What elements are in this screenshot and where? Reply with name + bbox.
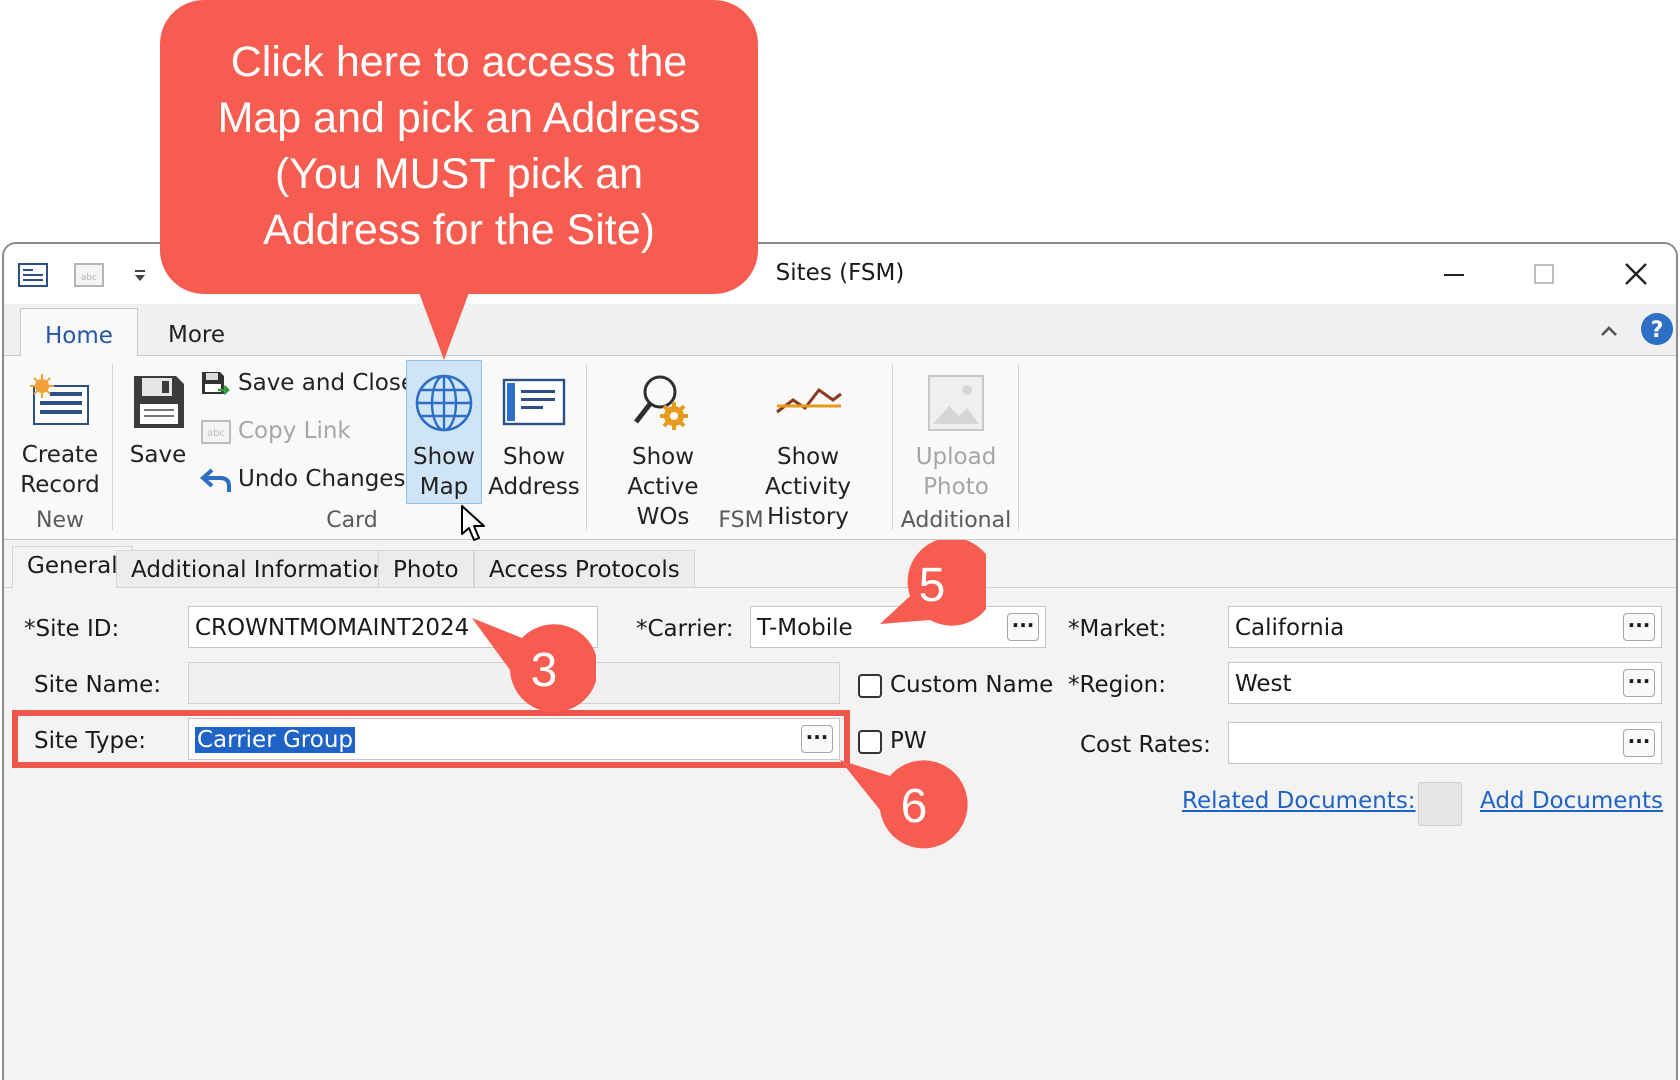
undo-changes-label: Undo Changes xyxy=(238,466,406,492)
undo-changes-button[interactable]: Undo Changes xyxy=(200,462,410,496)
tab-general[interactable]: General xyxy=(12,546,133,588)
tab-more[interactable]: More xyxy=(144,308,249,356)
pw-checkbox[interactable] xyxy=(858,730,882,754)
cost-rates-lookup-button[interactable]: ··· xyxy=(1623,729,1655,757)
group-label-new: New xyxy=(36,508,84,533)
ribbon-separator xyxy=(892,364,893,530)
instruction-callout: Click here to access the Map and pick an… xyxy=(160,0,758,294)
ribbon-separator xyxy=(112,364,113,530)
cost-rates-input[interactable]: ··· xyxy=(1228,722,1662,764)
group-label-additional: Additional xyxy=(900,508,1012,533)
ribbon-separator xyxy=(586,364,587,530)
step-3-badge: 3 xyxy=(466,610,596,716)
ribbon-separator xyxy=(1018,364,1019,530)
group-label-fsm: FSM xyxy=(718,508,764,533)
callout-pointer xyxy=(418,290,470,360)
market-lookup-button[interactable]: ··· xyxy=(1623,613,1655,641)
save-close-icon xyxy=(202,372,230,395)
activity-history-icon xyxy=(776,387,842,414)
create-record-label-1: Create xyxy=(21,442,99,468)
show-map-label-2: Map xyxy=(419,474,469,500)
show-activity-history-label-1: Show Activity xyxy=(764,444,851,500)
create-record-icon xyxy=(30,374,89,425)
tab-home[interactable]: Home xyxy=(20,308,138,358)
site-id-label: *Site ID: xyxy=(24,616,120,642)
step-3-number: 3 xyxy=(530,644,558,697)
address-card-icon xyxy=(502,378,566,426)
site-type-highlight-box xyxy=(12,710,850,768)
group-label-card: Card xyxy=(326,508,378,533)
create-record-label-2: Record xyxy=(20,472,100,498)
show-address-button[interactable]: Show Address xyxy=(486,372,582,502)
callout-line-1: Click here to access the xyxy=(230,38,688,86)
sites-window: abc Sites (FSM) Home More ? Create Recor… xyxy=(2,242,1678,1080)
tab-photo[interactable]: Photo xyxy=(378,550,474,588)
tab-additional-information[interactable]: Additional Information xyxy=(116,550,402,588)
region-value: West xyxy=(1235,671,1292,697)
create-record-button[interactable]: Create Record xyxy=(12,372,108,500)
region-label: *Region: xyxy=(1068,672,1166,698)
cost-rates-label: Cost Rates: xyxy=(1080,732,1211,758)
carrier-lookup-button[interactable]: ··· xyxy=(1007,613,1039,641)
upload-photo-label-2: Photo xyxy=(923,474,989,500)
callout-line-3: (You MUST pick an xyxy=(274,150,644,198)
globe-icon xyxy=(415,374,473,432)
copy-link-label: Copy Link xyxy=(238,418,351,444)
add-documents-link[interactable]: Add Documents xyxy=(1480,788,1663,814)
show-address-label-2: Address xyxy=(488,474,580,500)
site-name-label: Site Name: xyxy=(34,672,162,698)
callout-line-4: Address for the Site) xyxy=(263,206,655,254)
svg-text:?: ? xyxy=(1651,318,1664,343)
market-value: California xyxy=(1235,615,1345,641)
ribbon-tab-bar: Home More ? xyxy=(4,304,1676,358)
region-input[interactable]: West ··· xyxy=(1228,662,1662,704)
maximize-icon[interactable] xyxy=(1524,254,1564,294)
upload-photo-button[interactable]: Upload Photo xyxy=(898,372,1014,502)
save-and-close-button[interactable]: Save and Close xyxy=(200,366,415,400)
undo-icon xyxy=(200,468,231,492)
related-documents-link[interactable]: Related Documents: xyxy=(1182,788,1416,814)
custom-name-label: Custom Name xyxy=(890,672,1054,698)
document-count-box xyxy=(1418,782,1462,826)
floppy-disk-icon xyxy=(134,376,184,428)
market-input[interactable]: California ··· xyxy=(1228,606,1662,648)
carrier-label: *Carrier: xyxy=(636,616,734,642)
save-and-close-label: Save and Close xyxy=(238,370,416,396)
save-button[interactable]: Save xyxy=(122,372,194,470)
step-6-number: 6 xyxy=(900,780,928,833)
save-label: Save xyxy=(129,442,187,468)
show-map-label-1: Show xyxy=(412,444,476,470)
custom-name-checkbox[interactable] xyxy=(858,674,882,698)
show-address-label-1: Show xyxy=(502,444,566,470)
copy-link-icon: abc xyxy=(201,420,231,444)
search-gear-icon xyxy=(634,375,688,430)
step-5-badge: 5 xyxy=(866,540,986,640)
photo-icon xyxy=(928,375,984,431)
callout-line-2: Map and pick an Address xyxy=(217,94,701,142)
pw-label: PW xyxy=(890,728,927,754)
tab-access-protocols[interactable]: Access Protocols xyxy=(474,550,695,588)
minimize-icon[interactable] xyxy=(1434,254,1474,294)
form-tab-bar: General Additional Information Photo Acc… xyxy=(4,544,1676,588)
svg-text:abc: abc xyxy=(207,428,225,439)
collapse-ribbon-icon[interactable] xyxy=(1594,318,1624,344)
copy-link-button[interactable]: abc Copy Link xyxy=(200,414,410,448)
show-active-wos-label-1: Show xyxy=(631,444,695,470)
show-map-button[interactable]: Show Map xyxy=(406,372,482,502)
mouse-cursor-icon xyxy=(460,504,488,548)
region-lookup-button[interactable]: ··· xyxy=(1623,669,1655,697)
ribbon: Create Record New Save Save and Close ab… xyxy=(4,356,1676,541)
market-label: *Market: xyxy=(1068,616,1167,642)
close-icon[interactable] xyxy=(1616,254,1656,294)
step-5-number: 5 xyxy=(918,559,946,612)
carrier-value: T-Mobile xyxy=(757,615,853,641)
upload-photo-label-1: Upload xyxy=(915,444,997,470)
help-icon[interactable]: ? xyxy=(1640,312,1674,346)
step-6-badge: 6 xyxy=(840,752,970,858)
